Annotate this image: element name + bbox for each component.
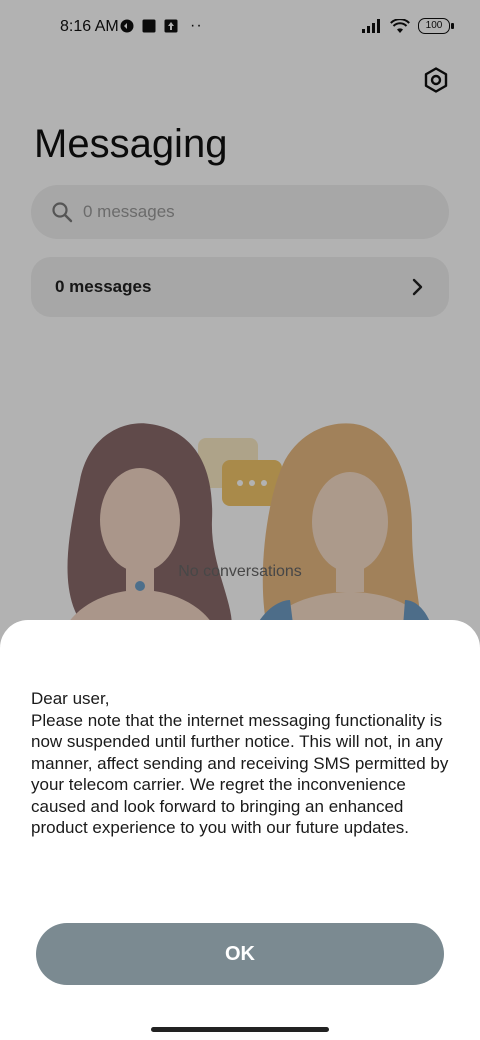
notice-dialog: Dear user, Please note that the internet… xyxy=(0,620,480,1040)
messaging-app: 8:16 AM ·· 100 Messaging 0 messages 0 me… xyxy=(0,0,480,1040)
home-indicator[interactable] xyxy=(151,1027,329,1032)
notice-message: Dear user, Please note that the internet… xyxy=(31,689,449,837)
ok-button[interactable]: OK xyxy=(36,923,444,985)
